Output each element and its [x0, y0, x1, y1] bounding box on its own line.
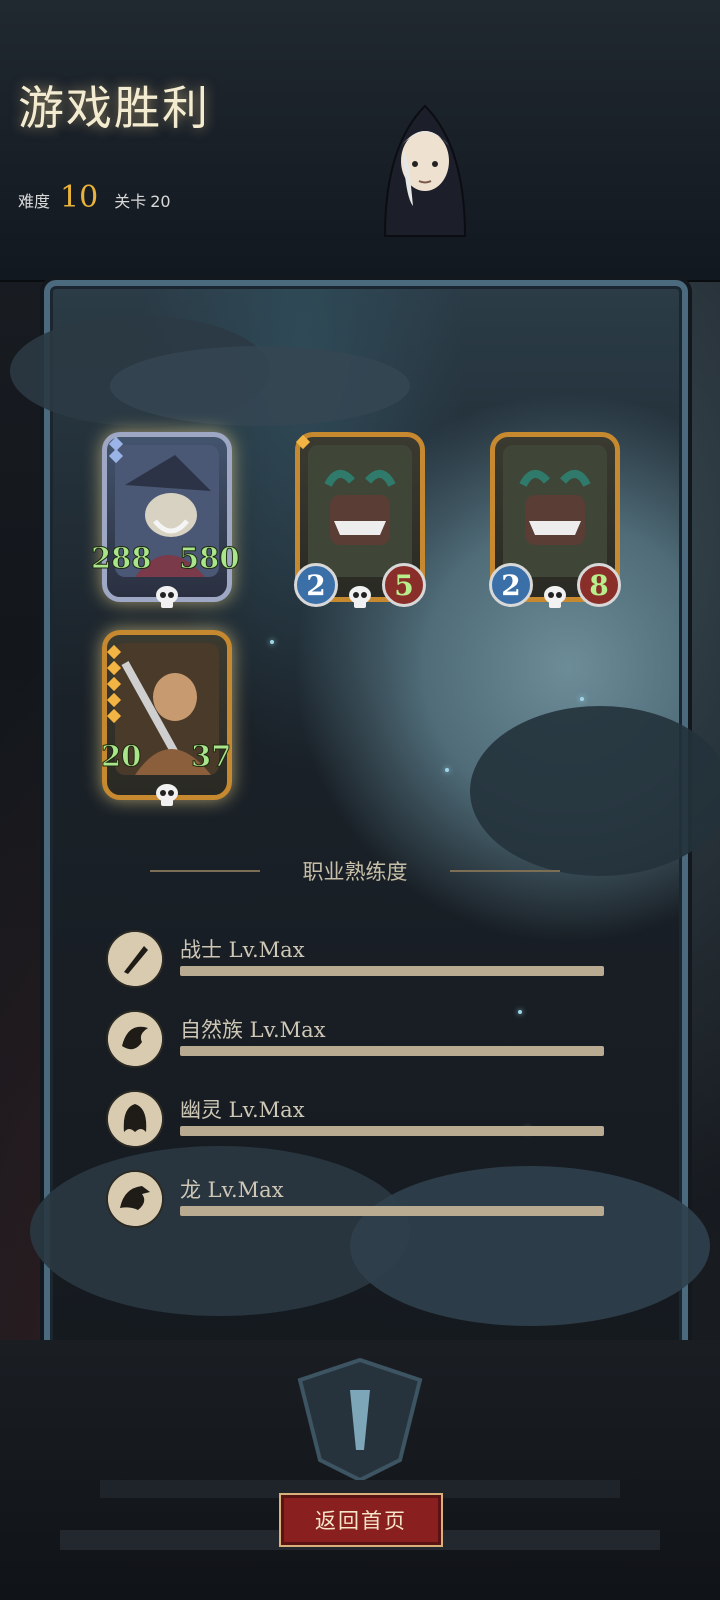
- difficulty-value: 10: [60, 180, 99, 215]
- sparkle: [270, 640, 274, 644]
- proficiency-label: 自然族 Lv.Max: [180, 1018, 326, 1042]
- proficiency-row: 龙 Lv.Max: [108, 1172, 608, 1232]
- health-badge: 8: [577, 563, 621, 607]
- sparkle: [445, 768, 449, 772]
- progress-bar: [180, 966, 604, 976]
- progress-fill: [180, 1046, 604, 1056]
- bottom-frame: [0, 1340, 720, 1600]
- stage-value: 20: [150, 192, 171, 211]
- progress-bar: [180, 1046, 604, 1056]
- attack-badge: 2: [294, 563, 338, 607]
- sword-icon: [108, 932, 162, 986]
- ghost-icon: [108, 1092, 162, 1146]
- cloud: [110, 346, 410, 426]
- cloud: [470, 706, 720, 876]
- dragon-icon: [108, 1172, 162, 1226]
- header: 游戏胜利 难度 10 关卡 20: [0, 0, 720, 282]
- return-home-button[interactable]: 返回首页: [279, 1493, 443, 1547]
- attack-value: 20: [100, 739, 142, 774]
- nature-icon: [108, 1012, 162, 1066]
- hero-portrait: [383, 104, 467, 237]
- proficiency-title: 职业熟练度: [150, 856, 560, 886]
- proficiency-label: 幽灵 Lv.Max: [180, 1098, 305, 1122]
- health-value: 580: [179, 541, 241, 576]
- progress-fill: [180, 1206, 604, 1216]
- health-badge: 5: [382, 563, 426, 607]
- skull-icon: [156, 586, 178, 608]
- proficiency-row: 战士 Lv.Max: [108, 932, 608, 992]
- sparkle: [580, 697, 584, 701]
- progress-bar: [180, 1126, 604, 1136]
- skull-icon: [156, 784, 178, 806]
- skull-icon: [544, 586, 566, 608]
- unit-card[interactable]: 2 5: [294, 432, 426, 608]
- difficulty-stage-info: 难度 10 关卡 20: [18, 180, 171, 215]
- proficiency-row: 自然族 Lv.Max: [108, 1012, 608, 1072]
- proficiency-row: 幽灵 Lv.Max: [108, 1092, 608, 1152]
- stage-label: 关卡: [114, 192, 147, 211]
- skull-icon: [349, 586, 371, 608]
- proficiency-label: 战士 Lv.Max: [180, 938, 305, 962]
- health-value: 37: [190, 739, 232, 774]
- attack-badge: 2: [489, 563, 533, 607]
- unit-card[interactable]: 288 580: [91, 432, 240, 608]
- attack-value: 288: [91, 541, 153, 576]
- difficulty-label: 难度: [18, 192, 51, 211]
- page-title: 游戏胜利: [18, 81, 210, 135]
- proficiency-label: 龙 Lv.Max: [180, 1178, 284, 1202]
- sea-monster-portrait: [308, 445, 412, 577]
- unit-card[interactable]: 2 8: [489, 432, 621, 608]
- sea-monster-portrait: [503, 445, 607, 577]
- progress-bar: [180, 1206, 604, 1216]
- progress-fill: [180, 1126, 604, 1136]
- unit-card[interactable]: 20 37: [100, 630, 232, 806]
- progress-fill: [180, 966, 604, 976]
- ornament-emblem: [60, 1357, 660, 1550]
